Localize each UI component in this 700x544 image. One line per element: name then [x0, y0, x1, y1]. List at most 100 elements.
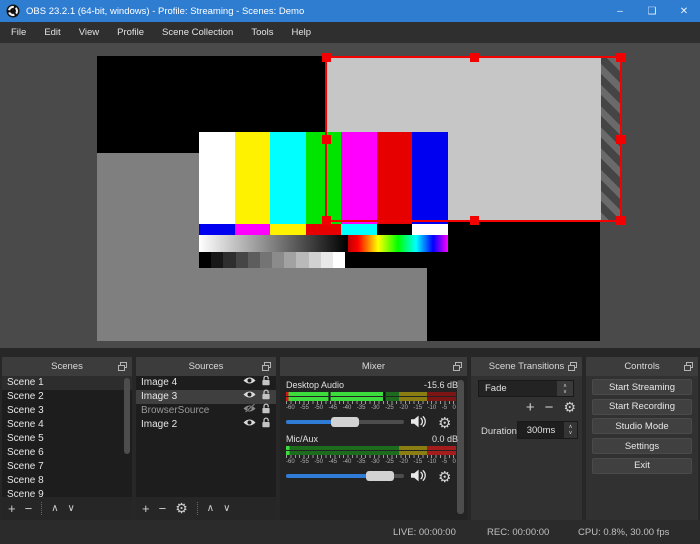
scenes-title-label: Scenes: [51, 361, 83, 372]
gray-step: [296, 252, 309, 268]
move-source-up-button[interactable]: ∧: [207, 502, 214, 515]
selection-handle[interactable]: [616, 135, 625, 144]
move-scene-up-button[interactable]: ∧: [51, 502, 58, 515]
scale-tick-label: -25: [385, 459, 394, 465]
controls-panel-title[interactable]: Controls: [586, 357, 698, 376]
menu-item-help[interactable]: Help: [283, 22, 321, 43]
selection-handle[interactable]: [469, 216, 479, 225]
scenes-scrollbar[interactable]: [124, 378, 130, 454]
selection-handle[interactable]: [616, 216, 625, 225]
scene-row[interactable]: Scene 6: [2, 446, 132, 460]
volume-slider[interactable]: ⚙: [286, 415, 451, 432]
scale-tick-label: -20: [399, 459, 408, 465]
start-recording-button[interactable]: Start Recording: [592, 398, 692, 415]
volume-slider-knob[interactable]: [366, 471, 395, 481]
visibility-eye-icon[interactable]: [243, 390, 256, 404]
scene-row[interactable]: Scene 7: [2, 460, 132, 474]
transition-properties-gear-icon[interactable]: ⚙: [563, 400, 576, 414]
scene-row[interactable]: Scene 4: [2, 418, 132, 432]
color-bar: [234, 224, 271, 235]
scene-row[interactable]: Scene 1: [2, 376, 132, 390]
menu-item-edit[interactable]: Edit: [35, 22, 69, 43]
visibility-eye-icon[interactable]: [243, 376, 256, 390]
source-row[interactable]: Image 4: [136, 376, 276, 390]
move-source-down-button[interactable]: ∨: [223, 502, 230, 515]
scale-tick-label: 0: [452, 459, 456, 465]
channel-level: -15.6 dB: [423, 380, 458, 390]
title-bar: OBS 23.2.1 (64-bit, windows) - Profile: …: [0, 0, 700, 22]
mixer-body: Desktop Audio -15.6 dB -60 -55 -50 -45 -40 -3…: [280, 376, 467, 520]
scenes-list[interactable]: Scene 1 Scene 2 Scene 3 Scene 4 Scene 5 Scene…: [2, 376, 132, 497]
selection-outline[interactable]: [322, 53, 625, 225]
scenes-panel-title[interactable]: Scenes: [2, 357, 132, 376]
selection-handle[interactable]: [322, 216, 331, 225]
menu-item-file[interactable]: File: [2, 22, 35, 43]
preview-area[interactable]: [0, 43, 700, 348]
add-transition-button[interactable]: +: [526, 400, 535, 415]
move-scene-down-button[interactable]: ∨: [68, 502, 75, 515]
float-panel-icon[interactable]: [453, 362, 462, 371]
speaker-icon[interactable]: [410, 415, 427, 428]
window-title: OBS 23.2.1 (64-bit, windows) - Profile: …: [26, 5, 305, 17]
channel-settings-gear-icon[interactable]: ⚙: [438, 468, 451, 486]
selection-handle[interactable]: [616, 53, 625, 62]
remove-scene-button[interactable]: −: [25, 502, 33, 515]
gray-step: [223, 252, 236, 268]
source-row[interactable]: Image 2: [136, 417, 276, 433]
controls-title-label: Controls: [624, 361, 660, 372]
mixer-panel-title[interactable]: Mixer: [280, 357, 467, 376]
selection-handle[interactable]: [322, 135, 331, 144]
lock-icon[interactable]: [261, 417, 271, 433]
transitions-panel-title[interactable]: Scene Transitions: [471, 357, 582, 376]
minimize-button[interactable]: –: [604, 0, 636, 22]
close-button[interactable]: ✕: [668, 0, 700, 22]
visibility-eye-slash-icon[interactable]: [243, 403, 256, 418]
float-panel-icon[interactable]: [684, 362, 693, 371]
add-scene-button[interactable]: +: [8, 502, 16, 515]
sources-panel-title[interactable]: Sources: [136, 357, 276, 376]
studio-mode-button[interactable]: Studio Mode: [592, 418, 692, 435]
spinbox-arrows-icon[interactable]: ∧ ∨: [564, 422, 577, 438]
source-row[interactable]: BrowserSource: [136, 403, 276, 418]
scene-row[interactable]: Scene 9: [2, 488, 132, 497]
volume-slider-knob[interactable]: [331, 417, 359, 427]
speaker-icon[interactable]: [410, 469, 427, 482]
float-panel-icon[interactable]: [568, 362, 577, 371]
source-name: BrowserSource: [141, 405, 210, 416]
exit-button[interactable]: Exit: [592, 457, 692, 474]
selection-handle[interactable]: [322, 53, 331, 62]
remove-source-button[interactable]: −: [159, 502, 167, 515]
combo-arrows-icon[interactable]: ∧ ∨: [557, 381, 573, 396]
menu-item-view[interactable]: View: [70, 22, 108, 43]
float-panel-icon[interactable]: [262, 362, 271, 371]
color-bar: [234, 132, 271, 224]
source-properties-gear-icon[interactable]: ⚙: [175, 501, 188, 515]
selection-handle[interactable]: [469, 53, 479, 62]
float-panel-icon[interactable]: [118, 362, 127, 371]
color-bar: [270, 224, 306, 235]
settings-button[interactable]: Settings: [592, 438, 692, 455]
scene-row[interactable]: Scene 5: [2, 432, 132, 446]
menu-item-tools[interactable]: Tools: [242, 22, 282, 43]
channel-settings-gear-icon[interactable]: ⚙: [438, 414, 451, 432]
scene-row[interactable]: Scene 3: [2, 404, 132, 418]
visibility-eye-icon[interactable]: [243, 418, 256, 432]
sources-list[interactable]: Image 4 Image 3 BrowserSource Image 2: [136, 376, 276, 497]
gray-step: [259, 252, 273, 268]
source-row[interactable]: Image 3: [136, 389, 276, 404]
volume-slider[interactable]: ⚙: [286, 469, 451, 486]
color-bars-step-row: [199, 252, 448, 268]
maximize-button[interactable]: ❑: [636, 0, 668, 22]
add-source-button[interactable]: +: [142, 502, 150, 515]
scene-row[interactable]: Scene 8: [2, 474, 132, 488]
transition-select[interactable]: Fade ∧ ∨: [478, 380, 574, 397]
mixer-scrollbar[interactable]: [457, 380, 464, 514]
menu-item-scene-collection[interactable]: Scene Collection: [153, 22, 242, 43]
duration-spinbox[interactable]: 300ms ∧ ∨: [517, 421, 578, 439]
scale-tick-label: -55: [300, 405, 309, 411]
meter-ticks: [286, 401, 456, 404]
start-streaming-button[interactable]: Start Streaming: [592, 379, 692, 395]
scene-row[interactable]: Scene 2: [2, 390, 132, 404]
remove-transition-button[interactable]: −: [545, 400, 554, 415]
menu-item-profile[interactable]: Profile: [108, 22, 153, 43]
